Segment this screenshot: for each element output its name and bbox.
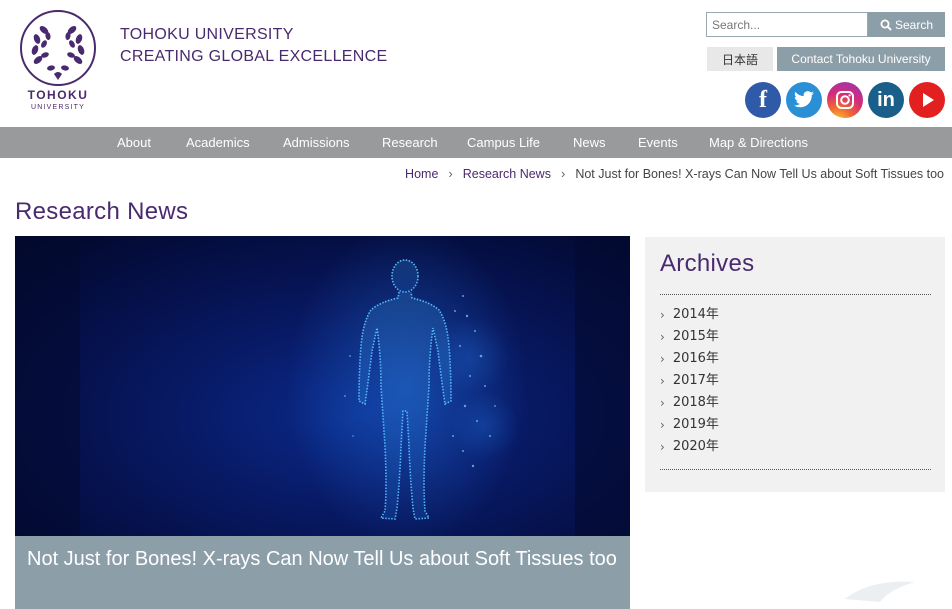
main-nav: About Academics Admissions Research Camp… — [0, 127, 952, 158]
page-title: Research News — [15, 198, 189, 225]
search-button-label: Search — [894, 17, 934, 32]
nav-item-admissions[interactable]: Admissions — [283, 127, 349, 158]
archive-link-label: 2018年 — [672, 395, 719, 410]
linkedin-glyph: in — [877, 88, 895, 111]
language-switch-button[interactable]: 日本語 — [707, 47, 773, 71]
instagram-icon[interactable] — [827, 82, 863, 118]
search-icon — [880, 19, 892, 31]
site-title[interactable]: TOHOKU UNIVERSITY CREATING GLOBAL EXCELL… — [120, 24, 387, 68]
twitter-bird-glyph — [794, 91, 814, 108]
archives-sidebar: Archives › 2014年 › 2015年 › 2016年 › 2017年 › 20… — [645, 237, 945, 492]
archive-link-label: 2015年 — [672, 329, 719, 344]
instagram-camera-glyph — [836, 91, 854, 109]
archive-link-2015[interactable]: › 2015年 — [660, 326, 719, 348]
site-title-line1: TOHOKU UNIVERSITY — [120, 26, 294, 43]
twitter-icon[interactable] — [786, 82, 822, 118]
nav-item-events[interactable]: Events — [638, 127, 678, 158]
search-input[interactable] — [706, 12, 868, 37]
search-button[interactable]: Search — [868, 12, 945, 37]
nav-item-about[interactable]: About — [117, 127, 151, 158]
archive-link-2014[interactable]: › 2014年 — [660, 304, 719, 326]
laurel-emblem-icon — [20, 10, 96, 86]
divider — [660, 294, 931, 295]
chevron-right-icon: › — [660, 352, 665, 366]
nav-item-campus-life[interactable]: Campus Life — [467, 127, 540, 158]
youtube-icon[interactable] — [909, 82, 945, 118]
facebook-glyph: f — [759, 86, 767, 113]
chevron-right-icon: › — [660, 418, 665, 432]
chevron-right-icon: › — [660, 440, 665, 454]
chevron-right-icon: › — [660, 308, 665, 322]
nav-item-academics[interactable]: Academics — [186, 127, 250, 158]
logo-subtext: UNIVERSITY — [30, 104, 85, 111]
chevron-right-icon: › — [448, 166, 453, 181]
chevron-right-icon: › — [560, 166, 566, 181]
archive-link-2017[interactable]: › 2017年 — [660, 370, 719, 392]
nav-item-news[interactable]: News — [573, 127, 606, 158]
archive-link-label: 2020年 — [672, 439, 719, 454]
divider — [660, 469, 931, 470]
archive-link-label: 2016年 — [672, 351, 719, 366]
youtube-play-glyph — [923, 93, 934, 107]
facebook-icon[interactable]: f — [745, 82, 781, 118]
archive-link-label: 2014年 — [672, 307, 719, 322]
sidebar-title: Archives — [660, 250, 755, 277]
archive-link-label: 2019年 — [672, 417, 719, 432]
archive-link-2019[interactable]: › 2019年 — [660, 414, 719, 436]
contact-button[interactable]: Contact Tohoku University — [777, 47, 945, 71]
logo-wordmark: TOHOKU — [27, 88, 89, 102]
chevron-right-icon: › — [660, 396, 665, 410]
archive-link-2018[interactable]: › 2018年 — [660, 392, 719, 414]
chevron-right-icon: › — [660, 330, 665, 344]
breadcrumb: Home › Research News › Not Just for Bone… — [405, 166, 944, 181]
article-headline[interactable]: Not Just for Bones! X-rays Can Now Tell … — [15, 536, 630, 609]
breadcrumb-home-link[interactable]: Home — [405, 167, 438, 181]
article-hero-image[interactable] — [15, 236, 630, 536]
watermark-emblem-icon — [845, 581, 915, 602]
university-logo[interactable]: TOHOKU UNIVERSITY — [18, 10, 98, 114]
nav-item-map-directions[interactable]: Map & Directions — [709, 127, 808, 158]
chevron-right-icon: › — [660, 374, 665, 388]
archive-link-2020[interactable]: › 2020年 — [660, 436, 719, 458]
human-body-scan-illustration — [15, 236, 630, 536]
archive-link-2016[interactable]: › 2016年 — [660, 348, 719, 370]
breadcrumb-section-link[interactable]: Research News — [463, 167, 551, 181]
breadcrumb-current: Not Just for Bones! X-rays Can Now Tell … — [575, 166, 944, 181]
linkedin-icon[interactable]: in — [868, 82, 904, 118]
nav-item-research[interactable]: Research — [382, 127, 438, 158]
archive-link-label: 2017年 — [672, 373, 719, 388]
site-title-line2: CREATING GLOBAL EXCELLENCE — [120, 48, 388, 65]
